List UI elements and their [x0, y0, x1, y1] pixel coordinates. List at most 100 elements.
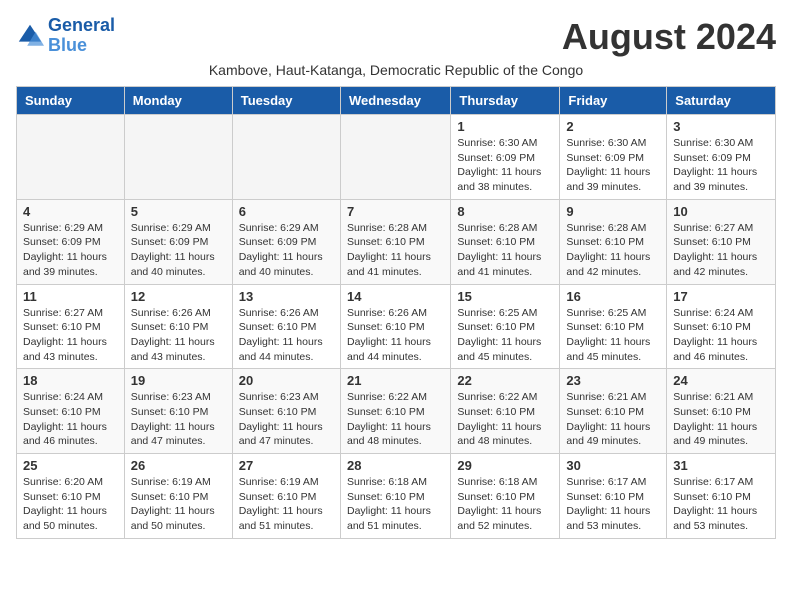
- day-number: 16: [566, 289, 660, 304]
- logo-text: General Blue: [48, 16, 115, 56]
- calendar-cell: 11 Sunrise: 6:27 AM Sunset: 6:10 PM Dayli…: [17, 284, 125, 369]
- day-info: Sunrise: 6:19 AM Sunset: 6:10 PM Dayligh…: [131, 475, 226, 534]
- day-info: Sunrise: 6:22 AM Sunset: 6:10 PM Dayligh…: [457, 390, 553, 449]
- day-number: 25: [23, 458, 118, 473]
- calendar-cell: 26 Sunrise: 6:19 AM Sunset: 6:10 PM Dayli…: [124, 454, 232, 539]
- day-info: Sunrise: 6:30 AM Sunset: 6:09 PM Dayligh…: [457, 136, 553, 195]
- day-info: Sunrise: 6:28 AM Sunset: 6:10 PM Dayligh…: [457, 221, 553, 280]
- calendar-cell: 25Sunrise: 6:20 AM Sunset: 6:10 PM Dayli…: [17, 454, 125, 539]
- day-number: 14: [347, 289, 444, 304]
- page-subtitle: Kambove, Haut-Katanga, Democratic Republ…: [16, 62, 776, 78]
- day-info: Sunrise: 6:18 AM Sunset: 6:10 PM Dayligh…: [347, 475, 444, 534]
- calendar-cell: [340, 115, 450, 200]
- calendar-cell: 20Sunrise: 6:23 AM Sunset: 6:10 PM Dayli…: [232, 369, 340, 454]
- day-info: Sunrise: 6:28 AM Sunset: 6:10 PM Dayligh…: [347, 221, 444, 280]
- day-number: 6: [239, 204, 334, 219]
- day-info: Sunrise: 6:28 AM Sunset: 6:10 PM Dayligh…: [566, 221, 660, 280]
- day-number: 27: [239, 458, 334, 473]
- calendar-week-row: 25Sunrise: 6:20 AM Sunset: 6:10 PM Dayli…: [17, 454, 776, 539]
- calendar-cell: 3 Sunrise: 6:30 AM Sunset: 6:09 PM Daylig…: [667, 115, 776, 200]
- day-info: Sunrise: 6:26 AM Sunset: 6:10 PM Dayligh…: [347, 306, 444, 365]
- calendar-cell: 24 Sunrise: 6:21 AM Sunset: 6:10 PM Dayli…: [667, 369, 776, 454]
- day-number: 21: [347, 373, 444, 388]
- day-info: Sunrise: 6:26 AM Sunset: 6:10 PM Dayligh…: [131, 306, 226, 365]
- day-number: 12: [131, 289, 226, 304]
- day-number: 10: [673, 204, 769, 219]
- day-info: Sunrise: 6:26 AM Sunset: 6:10 PM Dayligh…: [239, 306, 334, 365]
- day-info: Sunrise: 6:23 AM Sunset: 6:10 PM Dayligh…: [131, 390, 226, 449]
- day-number: 31: [673, 458, 769, 473]
- calendar-cell: [17, 115, 125, 200]
- day-number: 1: [457, 119, 553, 134]
- day-number: 20: [239, 373, 334, 388]
- calendar-cell: 17 Sunrise: 6:24 AM Sunset: 6:10 PM Dayli…: [667, 284, 776, 369]
- day-number: 22: [457, 373, 553, 388]
- calendar-cell: 2Sunrise: 6:30 AM Sunset: 6:09 PM Daylig…: [560, 115, 667, 200]
- day-number: 11: [23, 289, 118, 304]
- calendar-cell: 7Sunrise: 6:28 AM Sunset: 6:10 PM Daylig…: [340, 199, 450, 284]
- day-info: Sunrise: 6:24 AM Sunset: 6:10 PM Dayligh…: [673, 306, 769, 365]
- day-number: 5: [131, 204, 226, 219]
- day-info: Sunrise: 6:27 AM Sunset: 6:10 PM Dayligh…: [673, 221, 769, 280]
- calendar-cell: 8 Sunrise: 6:28 AM Sunset: 6:10 PM Daylig…: [451, 199, 560, 284]
- day-info: Sunrise: 6:17 AM Sunset: 6:10 PM Dayligh…: [566, 475, 660, 534]
- calendar-cell: 31 Sunrise: 6:17 AM Sunset: 6:10 PM Dayli…: [667, 454, 776, 539]
- calendar-cell: 4 Sunrise: 6:29 AM Sunset: 6:09 PM Daylig…: [17, 199, 125, 284]
- calendar-header-friday: Friday: [560, 87, 667, 115]
- calendar-cell: 14 Sunrise: 6:26 AM Sunset: 6:10 PM Dayli…: [340, 284, 450, 369]
- day-number: 3: [673, 119, 769, 134]
- day-info: Sunrise: 6:30 AM Sunset: 6:09 PM Dayligh…: [566, 136, 660, 195]
- calendar-header-tuesday: Tuesday: [232, 87, 340, 115]
- day-info: Sunrise: 6:21 AM Sunset: 6:10 PM Dayligh…: [566, 390, 660, 449]
- calendar-header-monday: Monday: [124, 87, 232, 115]
- day-number: 19: [131, 373, 226, 388]
- day-info: Sunrise: 6:27 AM Sunset: 6:10 PM Dayligh…: [23, 306, 118, 365]
- day-info: Sunrise: 6:25 AM Sunset: 6:10 PM Dayligh…: [566, 306, 660, 365]
- day-info: Sunrise: 6:22 AM Sunset: 6:10 PM Dayligh…: [347, 390, 444, 449]
- calendar-cell: 9 Sunrise: 6:28 AM Sunset: 6:10 PM Daylig…: [560, 199, 667, 284]
- day-info: Sunrise: 6:17 AM Sunset: 6:10 PM Dayligh…: [673, 475, 769, 534]
- day-number: 24: [673, 373, 769, 388]
- calendar-header-saturday: Saturday: [667, 87, 776, 115]
- day-number: 9: [566, 204, 660, 219]
- calendar-cell: 13Sunrise: 6:26 AM Sunset: 6:10 PM Dayli…: [232, 284, 340, 369]
- day-info: Sunrise: 6:18 AM Sunset: 6:10 PM Dayligh…: [457, 475, 553, 534]
- day-info: Sunrise: 6:29 AM Sunset: 6:09 PM Dayligh…: [131, 221, 226, 280]
- calendar-cell: 15Sunrise: 6:25 AM Sunset: 6:10 PM Dayli…: [451, 284, 560, 369]
- calendar-cell: 27 Sunrise: 6:19 AM Sunset: 6:10 PM Dayli…: [232, 454, 340, 539]
- day-number: 15: [457, 289, 553, 304]
- day-info: Sunrise: 6:29 AM Sunset: 6:09 PM Dayligh…: [23, 221, 118, 280]
- day-number: 26: [131, 458, 226, 473]
- day-number: 23: [566, 373, 660, 388]
- calendar-cell: 19 Sunrise: 6:23 AM Sunset: 6:10 PM Dayli…: [124, 369, 232, 454]
- day-number: 18: [23, 373, 118, 388]
- day-info: Sunrise: 6:19 AM Sunset: 6:10 PM Dayligh…: [239, 475, 334, 534]
- calendar-cell: 28 Sunrise: 6:18 AM Sunset: 6:10 PM Dayli…: [340, 454, 450, 539]
- calendar-cell: 1 Sunrise: 6:30 AM Sunset: 6:09 PM Daylig…: [451, 115, 560, 200]
- day-number: 4: [23, 204, 118, 219]
- calendar-cell: 30 Sunrise: 6:17 AM Sunset: 6:10 PM Dayli…: [560, 454, 667, 539]
- day-info: Sunrise: 6:21 AM Sunset: 6:10 PM Dayligh…: [673, 390, 769, 449]
- calendar-header-thursday: Thursday: [451, 87, 560, 115]
- calendar-cell: 22 Sunrise: 6:22 AM Sunset: 6:10 PM Dayli…: [451, 369, 560, 454]
- day-number: 17: [673, 289, 769, 304]
- calendar-cell: 18 Sunrise: 6:24 AM Sunset: 6:10 PM Dayli…: [17, 369, 125, 454]
- month-title: August 2024: [562, 16, 776, 58]
- day-number: 8: [457, 204, 553, 219]
- calendar-cell: [124, 115, 232, 200]
- day-number: 30: [566, 458, 660, 473]
- calendar-table: SundayMondayTuesdayWednesdayThursdayFrid…: [16, 86, 776, 539]
- calendar-header-wednesday: Wednesday: [340, 87, 450, 115]
- calendar-header-sunday: Sunday: [17, 87, 125, 115]
- calendar-week-row: 1 Sunrise: 6:30 AM Sunset: 6:09 PM Daylig…: [17, 115, 776, 200]
- calendar-cell: [232, 115, 340, 200]
- calendar-cell: 10 Sunrise: 6:27 AM Sunset: 6:10 PM Dayli…: [667, 199, 776, 284]
- calendar-week-row: 4 Sunrise: 6:29 AM Sunset: 6:09 PM Daylig…: [17, 199, 776, 284]
- day-info: Sunrise: 6:24 AM Sunset: 6:10 PM Dayligh…: [23, 390, 118, 449]
- day-number: 28: [347, 458, 444, 473]
- calendar-cell: 21 Sunrise: 6:22 AM Sunset: 6:10 PM Dayli…: [340, 369, 450, 454]
- calendar-cell: 6Sunrise: 6:29 AM Sunset: 6:09 PM Daylig…: [232, 199, 340, 284]
- page-header: General Blue August 2024: [16, 16, 776, 58]
- day-info: Sunrise: 6:30 AM Sunset: 6:09 PM Dayligh…: [673, 136, 769, 195]
- calendar-cell: 5 Sunrise: 6:29 AM Sunset: 6:09 PM Daylig…: [124, 199, 232, 284]
